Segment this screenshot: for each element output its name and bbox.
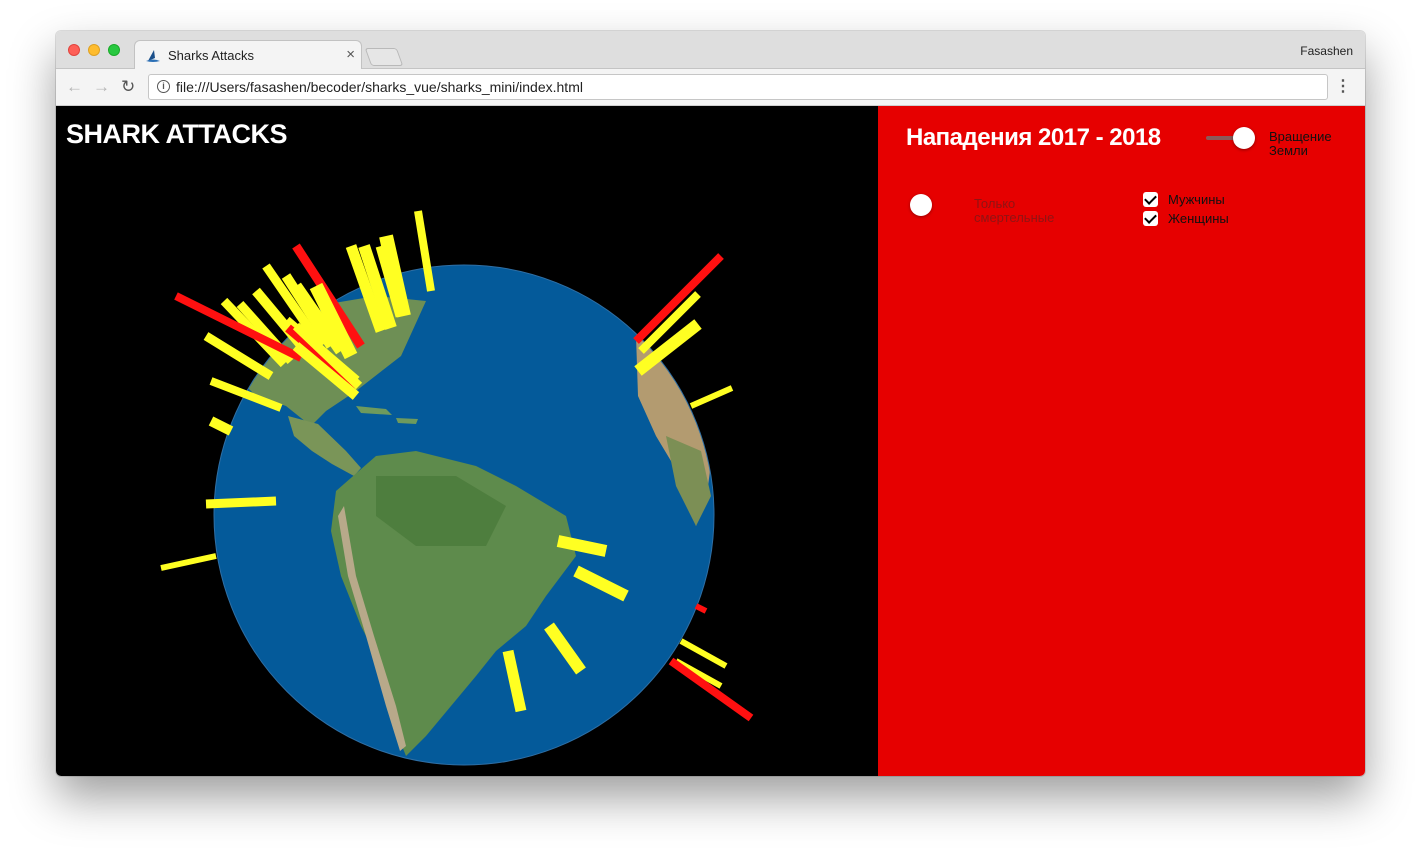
globe-canvas[interactable] bbox=[56, 106, 878, 776]
globe-panel[interactable]: SHARK ATTACKS bbox=[56, 106, 878, 776]
profile-name[interactable]: Fasashen bbox=[1300, 44, 1353, 58]
forward-arrow-icon[interactable]: → bbox=[93, 78, 110, 96]
title-bar: Sharks Attacks × Fasashen bbox=[56, 31, 1365, 70]
browser-toolbar: ← → ↻ i file:///Users/fasashen/becoder/s… bbox=[56, 69, 1365, 106]
new-tab-button[interactable] bbox=[364, 48, 404, 66]
address-bar[interactable]: i file:///Users/fasashen/becoder/sharks_… bbox=[148, 74, 1328, 100]
women-checkbox[interactable] bbox=[1143, 211, 1158, 226]
back-arrow-icon[interactable]: ← bbox=[66, 78, 83, 96]
women-label[interactable]: Женщины bbox=[1168, 211, 1229, 226]
period-title: Нападения 2017 - 2018 bbox=[906, 124, 1161, 151]
browser-tab[interactable]: Sharks Attacks × bbox=[134, 40, 362, 70]
minimize-window-button[interactable] bbox=[88, 44, 100, 56]
tab-title: Sharks Attacks bbox=[168, 48, 254, 63]
maximize-window-button[interactable] bbox=[108, 44, 120, 56]
url-text[interactable]: file:///Users/fasashen/becoder/sharks_vu… bbox=[176, 79, 583, 95]
toggle-knob[interactable] bbox=[1233, 127, 1255, 149]
app-title: SHARK ATTACKS bbox=[66, 119, 287, 149]
earth-rotation-toggle[interactable] bbox=[1206, 127, 1256, 149]
shark-fin-icon bbox=[145, 48, 161, 64]
fatal-only-label: Только смертельные bbox=[974, 196, 1055, 225]
info-icon[interactable]: i bbox=[157, 80, 170, 93]
page-content: SHARK ATTACKS Нападения 2017 - 2018 Вращ… bbox=[56, 106, 1365, 776]
men-checkbox[interactable] bbox=[1143, 192, 1158, 207]
browser-window: Sharks Attacks × Fasashen ← → ↻ i file:/… bbox=[56, 31, 1365, 776]
men-label[interactable]: Мужчины bbox=[1168, 192, 1225, 207]
earth-rotation-label: Вращение Земли bbox=[1269, 129, 1332, 158]
close-window-button[interactable] bbox=[68, 44, 80, 56]
fatal-only-toggle[interactable] bbox=[910, 194, 934, 218]
tab-close-icon[interactable]: × bbox=[346, 46, 355, 64]
control-panel: Нападения 2017 - 2018 Вращение Земли Тол… bbox=[878, 106, 1365, 776]
kebab-menu-icon[interactable]: ⋮ bbox=[1335, 78, 1351, 96]
reload-icon[interactable]: ↻ bbox=[121, 78, 135, 96]
toggle-knob[interactable] bbox=[910, 194, 932, 216]
